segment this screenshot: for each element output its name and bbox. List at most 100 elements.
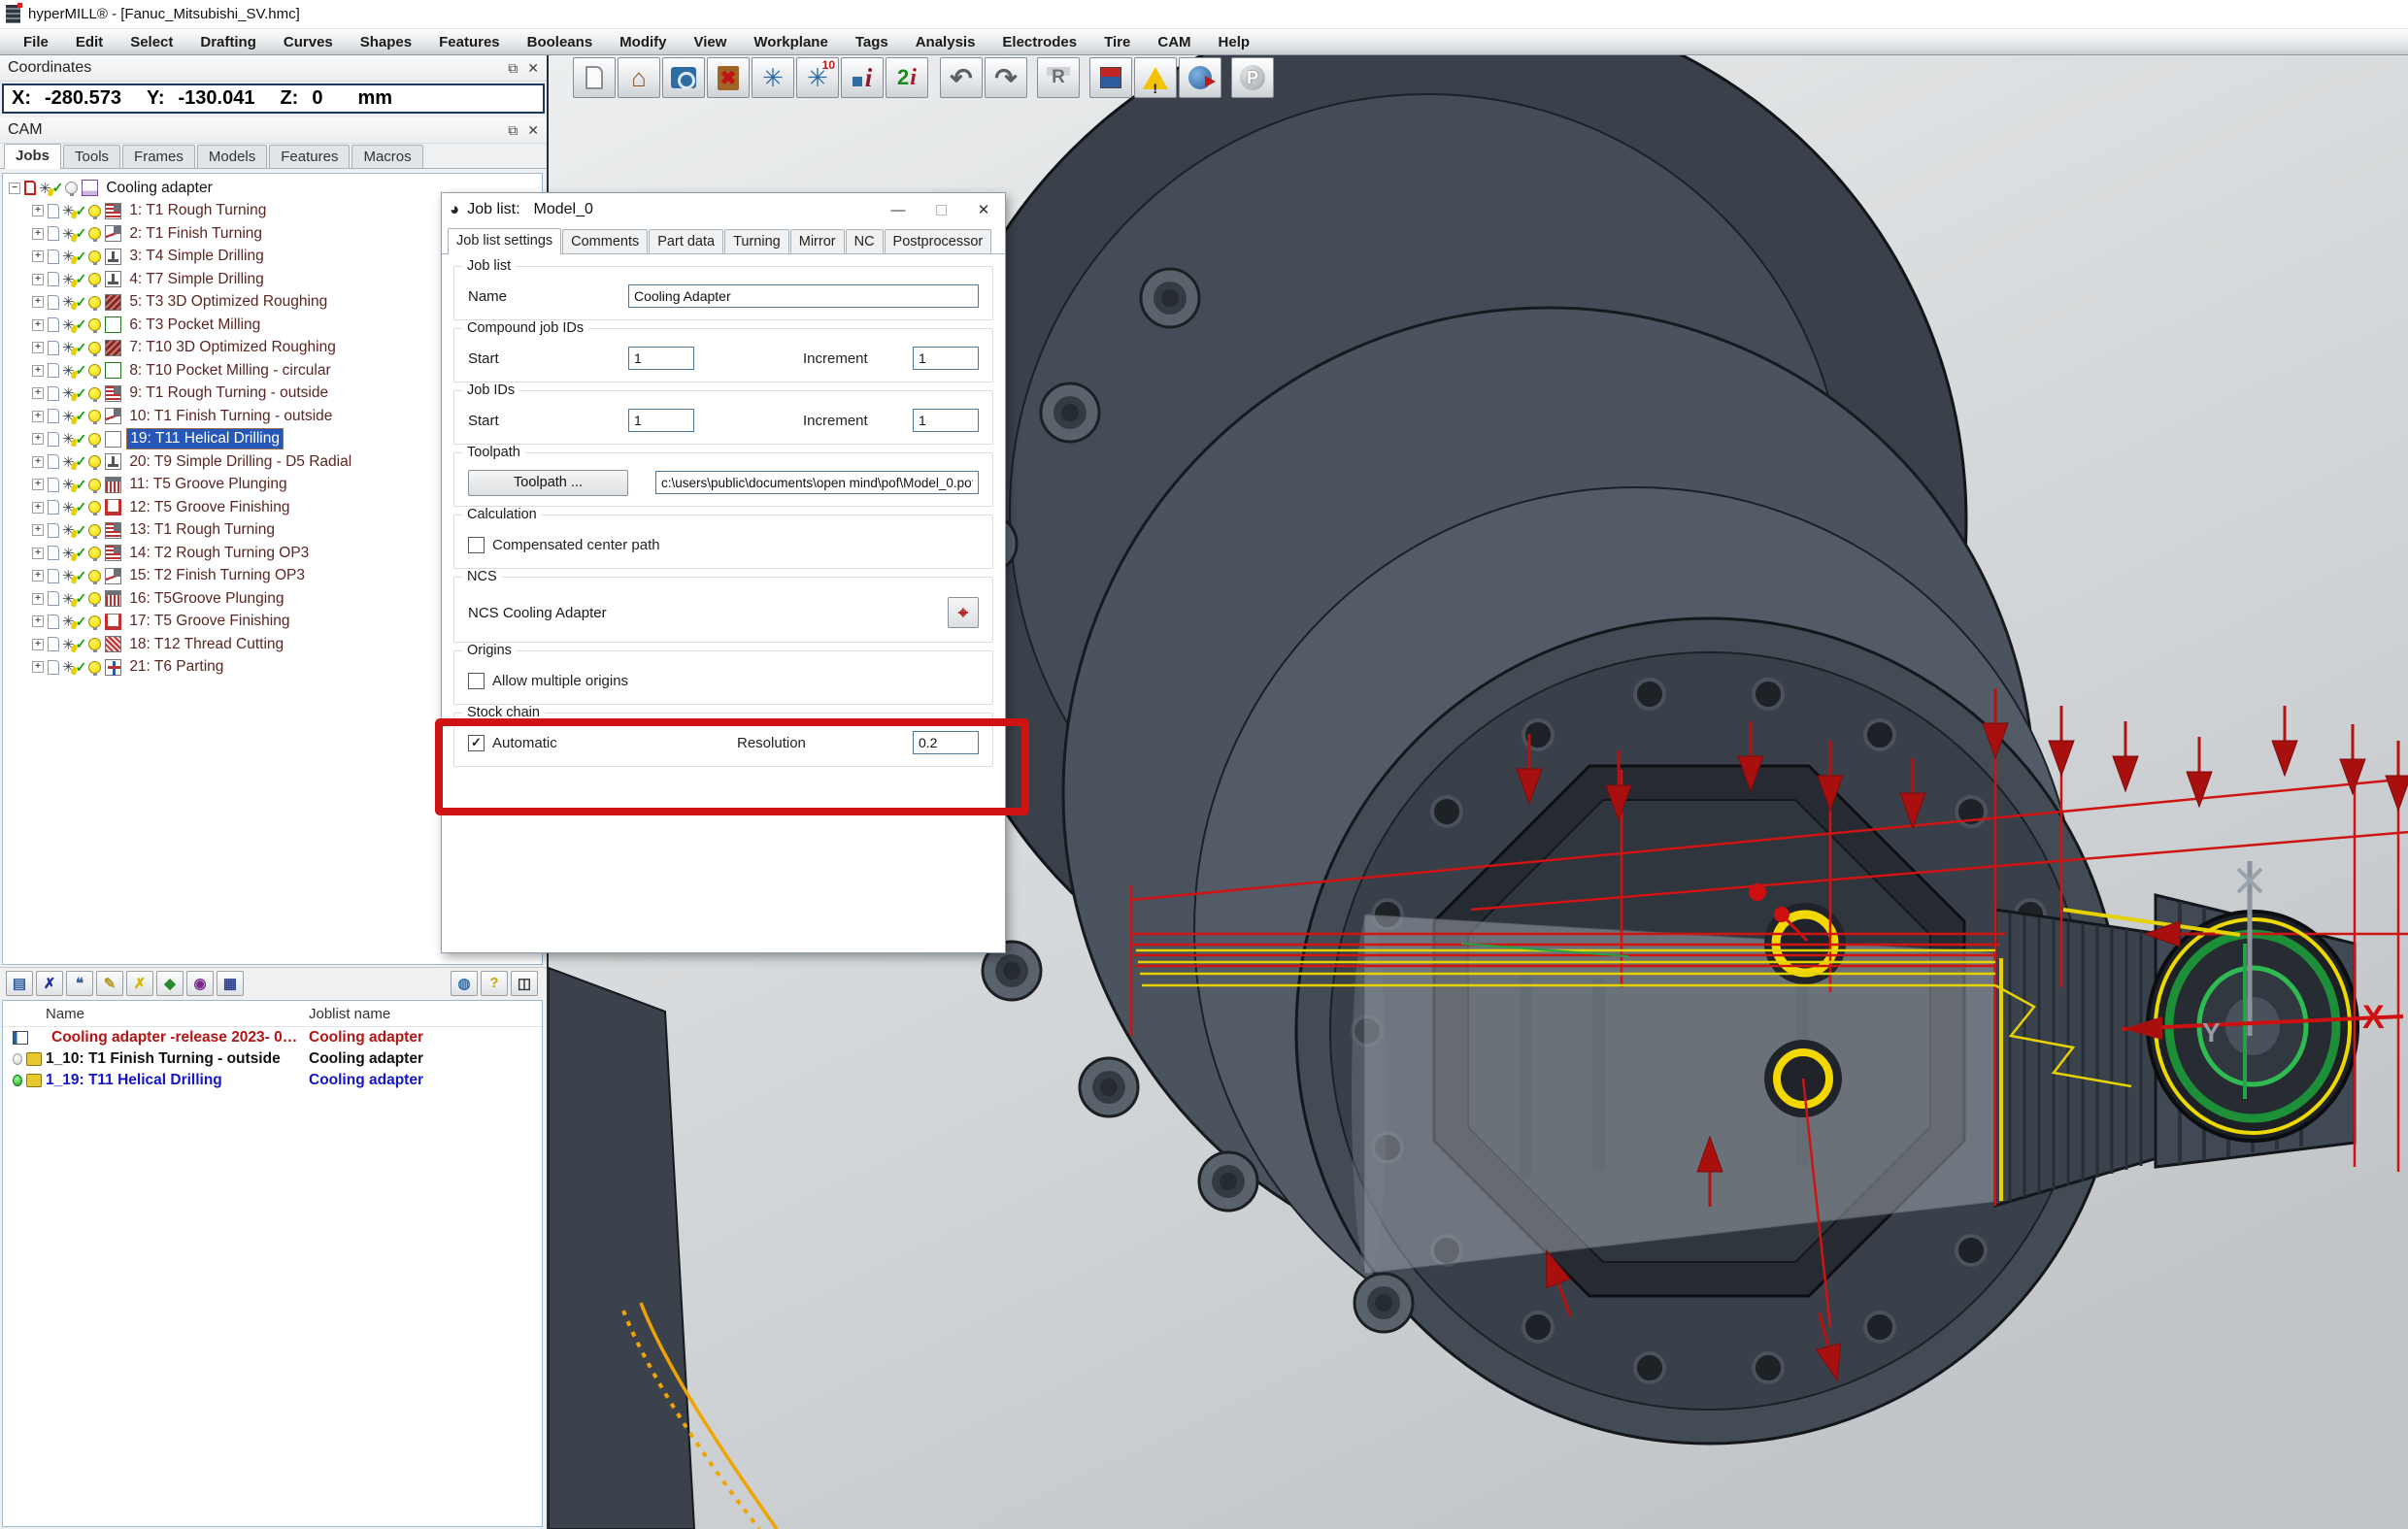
expander-icon[interactable]: + — [32, 411, 44, 422]
comment-icon[interactable]: ❝ — [66, 971, 93, 996]
job-label[interactable]: 20: T9 Simple Drilling - D5 Radial — [126, 452, 354, 472]
job-label[interactable]: 11: T5 Groove Plunging — [126, 475, 289, 494]
menu-item[interactable]: Select — [117, 34, 186, 50]
column-header-joblist[interactable]: Joblist name — [301, 1006, 390, 1022]
expander-icon[interactable]: + — [32, 433, 44, 445]
job-info-icon[interactable]: i — [841, 57, 884, 98]
menu-item[interactable]: File — [10, 34, 62, 50]
expander-icon[interactable]: + — [32, 639, 44, 650]
undo-icon[interactable]: ↶ — [940, 57, 983, 98]
expander-icon[interactable]: + — [32, 593, 44, 605]
job-label[interactable]: 16: T5Groove Plunging — [126, 589, 286, 609]
cam-disc-icon[interactable] — [1179, 57, 1221, 98]
secondary-info-icon[interactable]: 2 i — [886, 57, 928, 98]
toolpath-path-input[interactable] — [655, 471, 979, 494]
job-label[interactable]: 12: T5 Groove Finishing — [126, 498, 292, 517]
bulb-icon[interactable] — [88, 342, 101, 354]
job-properties-icon[interactable]: ▤ — [6, 971, 33, 996]
minimize-button[interactable]: — — [877, 195, 920, 224]
menu-item[interactable]: Booleans — [514, 34, 607, 50]
menu-item[interactable]: Features — [425, 34, 514, 50]
open-model-icon[interactable]: ⌂ — [618, 57, 660, 98]
expander-icon[interactable]: + — [32, 342, 44, 353]
bulb-icon[interactable] — [88, 205, 101, 217]
job-label[interactable]: 1: T1 Rough Turning — [126, 201, 269, 220]
dialog-title-bar[interactable]: ◕ Job list: Model_0 — ✕ — [442, 193, 1005, 226]
toolpath-browse-button[interactable]: Toolpath ... — [468, 470, 628, 496]
new-file-icon[interactable] — [573, 57, 616, 98]
delete-model-icon[interactable]: ✖ — [707, 57, 750, 98]
job-label[interactable]: 15: T2 Finish Turning OP3 — [126, 566, 308, 585]
job-label[interactable]: 19: T11 Helical Drilling — [126, 428, 284, 449]
job-label[interactable]: 4: T7 Simple Drilling — [126, 270, 266, 289]
column-header-name[interactable]: Name — [3, 1006, 301, 1022]
automatic-checkbox[interactable]: ✓ — [468, 735, 485, 751]
allow-multiple-origins-checkbox[interactable]: ✓ — [468, 673, 485, 689]
bulb-icon[interactable] — [88, 570, 101, 582]
boolean-cube-icon[interactable] — [1089, 57, 1132, 98]
menu-item[interactable]: Workplane — [740, 34, 841, 50]
edit-job-icon[interactable]: ✎ — [96, 971, 123, 996]
bulb-icon[interactable] — [88, 318, 101, 331]
redo-icon[interactable]: ↷ — [985, 57, 1027, 98]
bulb-icon[interactable] — [88, 524, 101, 537]
mesh-icon[interactable]: ▦ — [217, 971, 244, 996]
job-label[interactable]: 6: T3 Pocket Milling — [126, 316, 263, 335]
job-label[interactable]: 7: T10 3D Optimized Roughing — [126, 338, 339, 357]
bulb-icon[interactable] — [88, 433, 101, 446]
menu-item[interactable]: Shapes — [347, 34, 425, 50]
expander-icon[interactable]: + — [32, 274, 44, 285]
dialog-tab[interactable]: Comments — [562, 229, 648, 253]
menu-item[interactable]: Drafting — [186, 34, 270, 50]
menu-item[interactable]: Tire — [1090, 34, 1144, 50]
bulb-icon[interactable] — [88, 227, 101, 240]
expander-icon[interactable]: + — [32, 250, 44, 262]
cam-tab[interactable]: Tools — [63, 145, 120, 168]
resolution-input[interactable] — [913, 731, 979, 754]
filter-icon[interactable]: R — [1037, 57, 1080, 98]
bulb-icon[interactable] — [88, 273, 101, 285]
close-panel-icon[interactable]: ✕ — [527, 122, 539, 139]
bulb-icon[interactable] — [88, 592, 101, 605]
expander-icon[interactable]: + — [32, 296, 44, 308]
expander-icon[interactable]: + — [32, 205, 44, 216]
bulb-icon[interactable] — [88, 410, 101, 422]
bulb-icon[interactable] — [65, 182, 78, 194]
float-panel-icon[interactable]: ⧉ — [508, 122, 518, 139]
postprocessor-icon[interactable]: P — [1231, 57, 1274, 98]
cam-tab[interactable]: Frames — [122, 145, 195, 168]
bulb-icon[interactable] — [88, 661, 101, 674]
cut-job-icon[interactable]: ✗ — [126, 971, 153, 996]
compound-start-input[interactable] — [628, 347, 694, 370]
bulb-icon[interactable] — [88, 296, 101, 309]
delete-job-icon[interactable]: ✗ — [36, 971, 63, 996]
dialog-tab[interactable]: Job list settings — [448, 228, 561, 254]
cam-tab[interactable]: Macros — [351, 145, 422, 168]
maximize-button[interactable] — [920, 195, 962, 224]
job-label[interactable]: 14: T2 Rough Turning OP3 — [126, 544, 312, 563]
menu-item[interactable]: Tags — [842, 34, 902, 50]
cam-tab[interactable]: Jobs — [4, 144, 61, 169]
jobids-increment-input[interactable] — [913, 409, 979, 432]
bulb-icon[interactable] — [88, 387, 101, 400]
bulb-icon[interactable] — [88, 615, 101, 628]
ncs-select-button[interactable]: ⌖ — [948, 597, 979, 628]
warning-icon[interactable]: ! — [1134, 57, 1177, 98]
menu-item[interactable]: Help — [1205, 34, 1264, 50]
bulb-icon[interactable] — [88, 638, 101, 650]
job-label[interactable]: 10: T1 Finish Turning - outside — [126, 407, 335, 426]
expander-icon[interactable]: + — [32, 615, 44, 627]
stock-display-icon[interactable]: ◍ — [451, 971, 478, 996]
query-icon[interactable]: ? — [481, 971, 508, 996]
joblist-row[interactable]: 1_10: T1 Finish Turning - outside Coolin… — [3, 1048, 542, 1070]
job-label[interactable]: 3: T4 Simple Drilling — [126, 247, 266, 266]
joblist-row[interactable]: Cooling adapter -release 2023- 02 Millin… — [3, 1027, 542, 1048]
menu-item[interactable]: CAM — [1144, 34, 1204, 50]
open-file-icon[interactable] — [662, 57, 705, 98]
menu-item[interactable]: View — [680, 34, 740, 50]
expander-icon[interactable]: + — [32, 661, 44, 673]
expander-icon[interactable]: + — [32, 228, 44, 240]
compensated-center-path-checkbox[interactable]: ✓ — [468, 537, 485, 553]
compound-increment-input[interactable] — [913, 347, 979, 370]
job-label[interactable]: 9: T1 Rough Turning - outside — [126, 383, 331, 403]
